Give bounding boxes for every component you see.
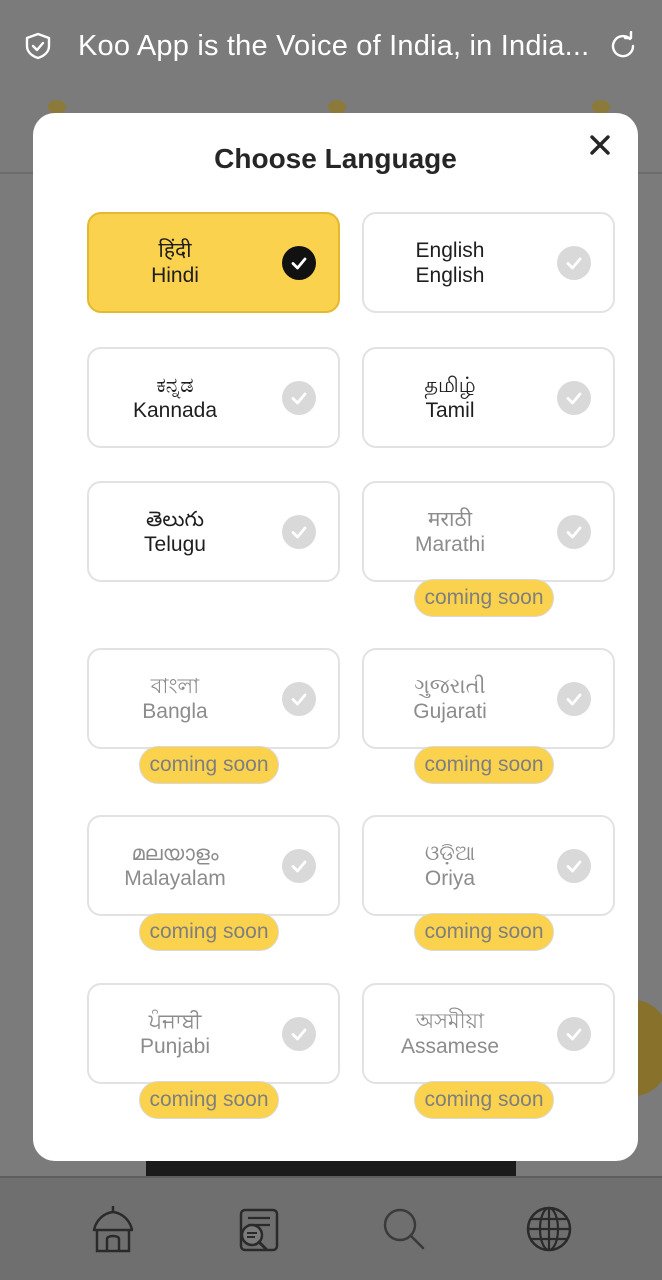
check-icon — [282, 380, 316, 415]
language-label: ಕನ್ನಡ Kannada — [89, 349, 261, 446]
coming-soon-badge: coming soon — [414, 1081, 554, 1119]
language-english-name: Oriya — [424, 866, 476, 890]
language-option-telugu[interactable]: తెలుగు Telugu — [87, 481, 340, 582]
language-option-tamil[interactable]: தமிழ் Tamil — [362, 347, 615, 448]
check-icon — [282, 848, 316, 883]
language-label: മലയാളം Malayalam — [89, 817, 261, 914]
language-option-bangla[interactable]: বাংলা Bangla — [87, 648, 340, 749]
close-button[interactable] — [586, 131, 614, 159]
coming-soon-badge: coming soon — [414, 746, 554, 784]
check-icon — [282, 681, 316, 716]
language-native-name: मराठी — [427, 507, 473, 531]
language-label: தமிழ் Tamil — [364, 349, 536, 446]
language-english-name: Malayalam — [124, 866, 226, 890]
language-option-gujarati[interactable]: ગુજરાતી Gujarati — [362, 648, 615, 749]
language-native-name: ગુજરાતી — [414, 674, 486, 698]
language-label: বাংলা Bangla — [89, 650, 261, 747]
language-option-oriya[interactable]: ଓଡ଼ିଆ Oriya — [362, 815, 615, 916]
language-native-name: ਪੰਜਾਬੀ — [148, 1009, 202, 1033]
coming-soon-badge: coming soon — [139, 913, 279, 951]
language-english-name: Telugu — [144, 532, 206, 556]
language-label: తెలుగు Telugu — [89, 483, 261, 580]
language-option-punjabi[interactable]: ਪੰਜਾਬੀ Punjabi — [87, 983, 340, 1084]
language-dialog: Choose Language हिंदी Hindi English English… — [33, 113, 638, 1161]
globe-icon — [527, 1206, 572, 1252]
nav-language[interactable] — [519, 1199, 579, 1259]
background-avatar — [48, 100, 66, 114]
refresh-icon[interactable] — [608, 31, 638, 61]
language-native-name: English — [415, 238, 485, 262]
check-icon — [282, 1016, 316, 1051]
background-badge — [592, 100, 610, 114]
language-english-name: Punjabi — [139, 1034, 211, 1058]
language-english-name: Tamil — [425, 398, 475, 422]
language-label: ગુજરાતી Gujarati — [364, 650, 536, 747]
language-native-name: മലയാളം — [131, 841, 219, 865]
language-native-name: ಕನ್ನಡ — [156, 373, 194, 397]
coming-soon-badge: coming soon — [139, 1081, 279, 1119]
language-option-marathi[interactable]: मराठी Marathi — [362, 481, 615, 582]
language-option-malayalam[interactable]: മലയാളം Malayalam — [87, 815, 340, 916]
nav-explore[interactable] — [228, 1199, 288, 1259]
coming-soon-badge: coming soon — [139, 746, 279, 784]
language-english-name: Kannada — [132, 398, 218, 422]
language-native-name: অসমীয়া — [415, 1009, 485, 1033]
notification-bar: Koo App is the Voice of India, in India.… — [0, 0, 662, 92]
coming-soon-badge: coming soon — [414, 579, 554, 617]
check-icon — [282, 245, 316, 280]
language-english-name: Assamese — [400, 1034, 500, 1058]
language-english-name: Bangla — [142, 699, 208, 723]
check-icon — [557, 380, 591, 415]
bottom-navigation — [0, 1176, 662, 1280]
language-option-hindi[interactable]: हिंदी Hindi — [87, 212, 340, 313]
nav-home[interactable] — [83, 1199, 143, 1259]
check-icon — [557, 848, 591, 883]
dialog-title: Choose Language — [214, 143, 457, 174]
notification-title: Koo App is the Voice of India, in India.… — [78, 29, 590, 62]
language-label: অসমীয়া Assamese — [364, 985, 536, 1082]
nav-search[interactable] — [374, 1199, 434, 1259]
coming-soon-badge: coming soon — [414, 913, 554, 951]
language-native-name: தமிழ் — [424, 373, 476, 397]
language-label: English English — [364, 214, 536, 311]
home-icon — [92, 1206, 133, 1253]
language-english-name: English — [415, 263, 485, 287]
check-icon — [282, 514, 316, 549]
language-english-name: Hindi — [151, 263, 199, 287]
language-option-english[interactable]: English English — [362, 212, 615, 313]
search-icon — [383, 1208, 425, 1250]
background-logo — [328, 100, 346, 114]
language-native-name: ଓଡ଼ିଆ — [424, 841, 476, 865]
check-icon — [557, 245, 591, 280]
check-icon — [557, 1016, 591, 1051]
language-native-name: বাংলা — [150, 674, 200, 698]
language-option-assamese[interactable]: অসমীয়া Assamese — [362, 983, 615, 1084]
language-native-name: తెలుగు — [145, 507, 204, 531]
language-option-kannada[interactable]: ಕನ್ನಡ Kannada — [87, 347, 340, 448]
check-icon — [557, 514, 591, 549]
close-icon — [590, 135, 610, 155]
language-english-name: Marathi — [414, 532, 486, 556]
language-native-name: हिंदी — [158, 238, 192, 262]
language-label: हिंदी Hindi — [89, 214, 261, 311]
language-label: ଓଡ଼ିଆ Oriya — [364, 817, 536, 914]
shield-icon — [25, 32, 51, 60]
language-english-name: Gujarati — [413, 699, 487, 723]
language-label: ਪੰਜਾਬੀ Punjabi — [89, 985, 261, 1082]
check-icon — [557, 681, 591, 716]
language-label: मराठी Marathi — [364, 483, 536, 580]
explore-icon — [240, 1208, 279, 1252]
